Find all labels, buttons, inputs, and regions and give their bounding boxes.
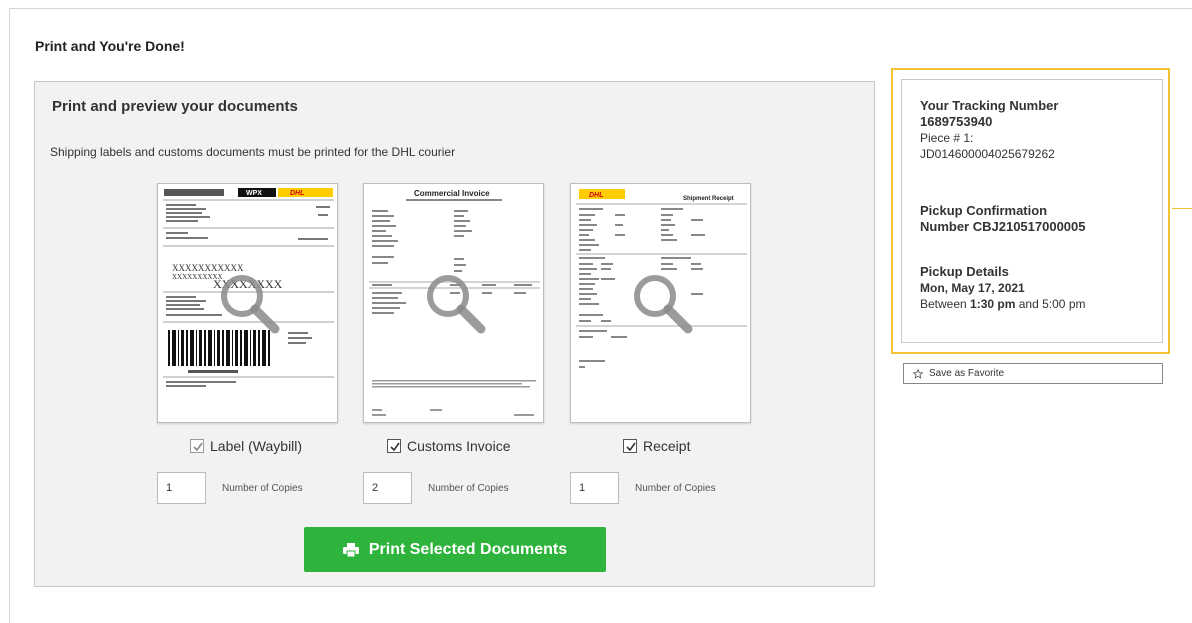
tracking-heading: Your Tracking Number [920,98,1059,113]
pickup-confirmation-section: Pickup Confirmation Number CBJ2105170000… [920,203,1156,235]
checkmark-icon [626,442,636,452]
waybill-preview-thumbnail[interactable]: WPX DHL XXXXXXXXXXX XXXXXXXXXX XXXXXXXX [157,183,338,423]
pickup-and-label: and [1018,297,1039,311]
pickup-between-label: Between [920,297,967,311]
printer-icon [342,542,359,557]
save-as-favorite-button[interactable]: Save as Favorite [903,363,1163,384]
customs-invoice-checkbox[interactable] [387,439,401,453]
svg-text:WPX: WPX [246,190,262,197]
pickup-confirmation-number: Number CBJ210517000005 [920,219,1086,234]
customs-invoice-checkbox-label: Customs Invoice [407,438,511,454]
svg-text:DHL: DHL [589,192,603,199]
documents-panel: Print and preview your documents Shippin… [34,81,875,587]
piece-label: Piece # 1: [920,131,974,145]
tracking-section: Your Tracking Number 1689753940 Piece # … [920,98,1156,162]
checkmark-icon [390,442,400,452]
pickup-end-time: 5:00 pm [1042,297,1086,311]
page-title: Print and You're Done! [35,38,185,54]
tracking-number: 1689753940 [920,114,993,129]
customs-invoice-checkbox-row: Customs Invoice [387,438,510,454]
waybill-copies-input[interactable] [157,472,206,504]
pickup-time-window: Between 1:30 pm and 5:00 pm [920,296,1156,312]
receipt-checkbox-label: Receipt [643,438,691,454]
customs-invoice-copies-label: Number of Copies [428,482,509,494]
svg-text:Commercial Invoice: Commercial Invoice [414,189,490,198]
print-selected-documents-button[interactable]: Print Selected Documents [304,527,606,572]
print-button-label: Print Selected Documents [368,540,568,558]
svg-text:Shipment Receipt: Shipment Receipt [683,196,734,202]
pickup-details-heading: Pickup Details [920,264,1009,279]
receipt-copies-input[interactable] [570,472,619,504]
waybill-checkbox[interactable] [190,439,204,453]
star-icon [913,368,923,379]
waybill-copies-label: Number of Copies [222,482,303,494]
customs-invoice-copies-row: Number of Copies [363,472,509,504]
documents-panel-title: Print and preview your documents [52,98,298,115]
piece-number: JD014600004025679262 [920,147,1055,161]
documents-panel-subtitle: Shipping labels and customs documents mu… [50,145,456,159]
svg-text:DHL: DHL [290,190,304,197]
receipt-checkbox[interactable] [623,439,637,453]
customs-invoice-preview-thumbnail[interactable]: Commercial Invoice [363,183,544,423]
save-as-favorite-label: Save as Favorite [929,368,1005,379]
receipt-copies-row: Number of Copies [570,472,716,504]
pickup-details-section: Pickup Details Mon, May 17, 2021 Between… [920,264,1156,312]
waybill-checkbox-label: Label (Waybill) [210,438,303,454]
pickup-confirmation-heading: Pickup Confirmation [920,203,1048,218]
shipment-info-box: Your Tracking Number 1689753940 Piece # … [901,79,1163,343]
magnifier-icon [427,275,486,334]
highlight-connector-line [1172,208,1192,209]
receipt-checkbox-row: Receipt [623,438,690,454]
checkmark-icon [193,442,203,452]
pickup-start-time: 1:30 pm [970,297,1016,311]
receipt-copies-label: Number of Copies [635,482,716,494]
receipt-preview-thumbnail[interactable]: DHL Shipment Receipt [570,183,751,423]
waybill-copies-row: Number of Copies [157,472,303,504]
waybill-checkbox-row: Label (Waybill) [190,438,302,454]
customs-invoice-copies-input[interactable] [363,472,412,504]
magnifier-icon [634,275,693,334]
magnifier-icon [221,275,280,334]
pickup-date: Mon, May 17, 2021 [920,281,1025,295]
